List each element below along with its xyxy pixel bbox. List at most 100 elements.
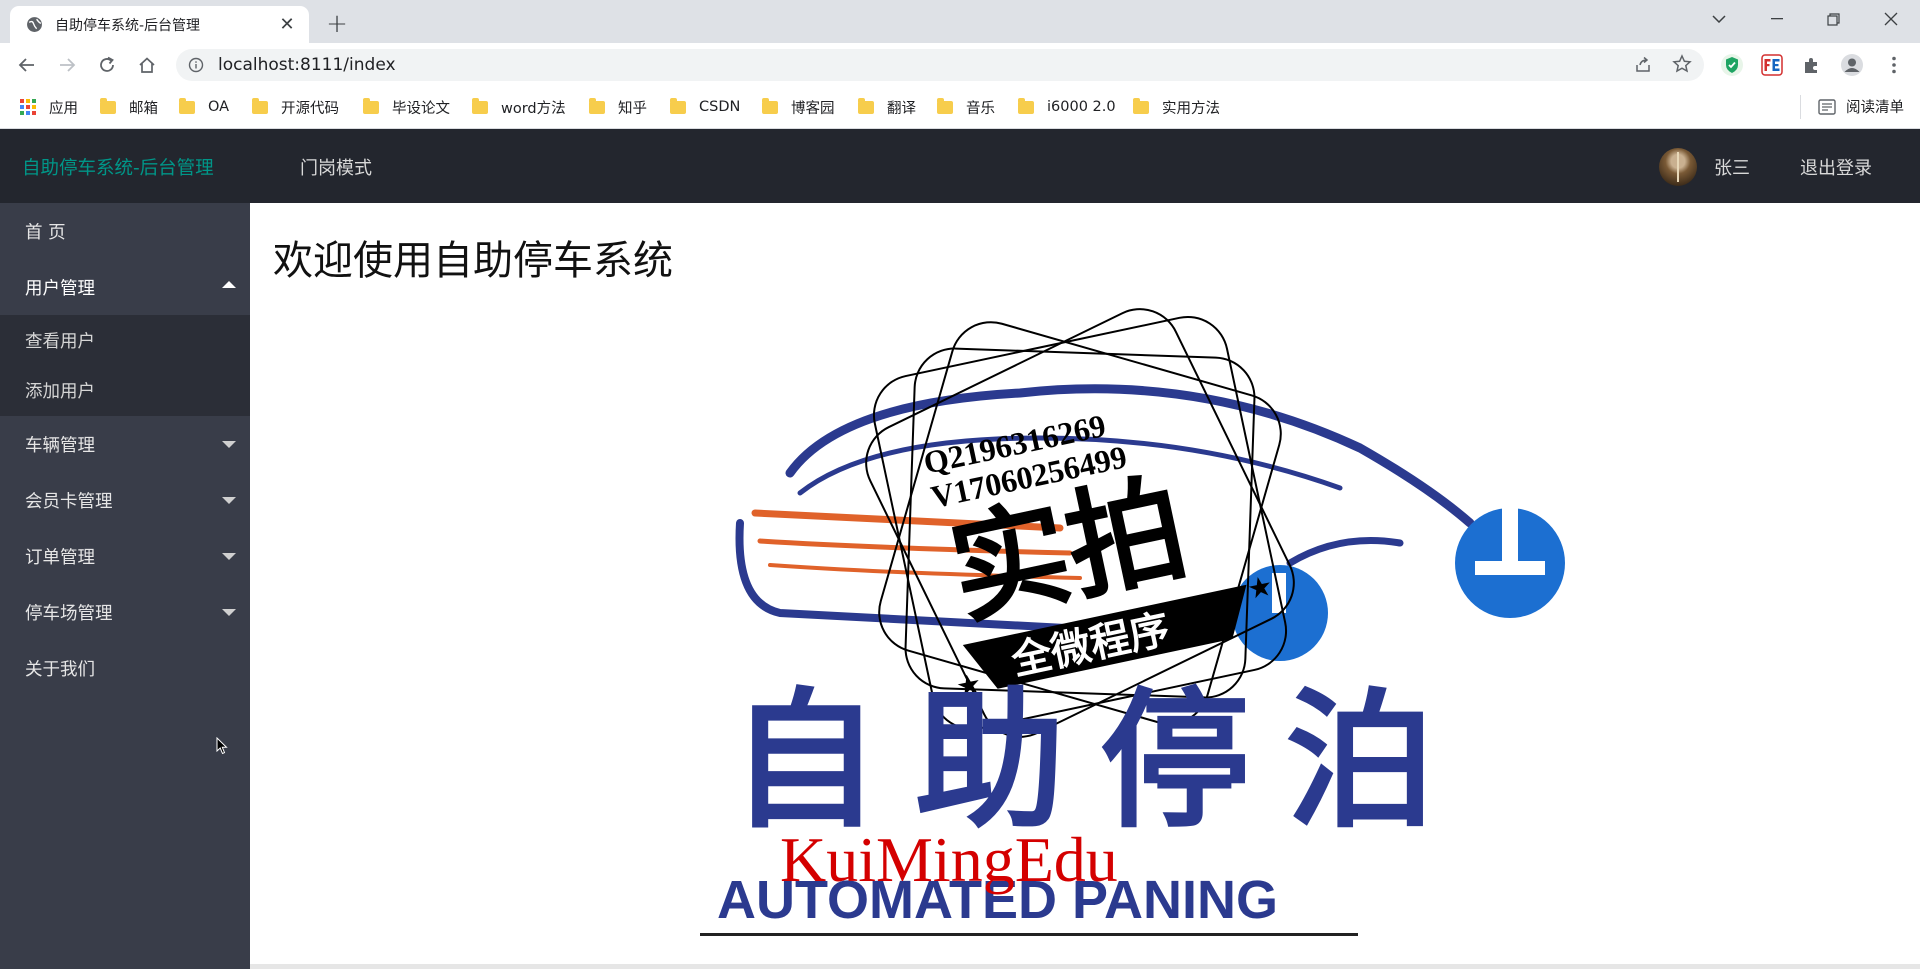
sidebar-item-about-us[interactable]: 关于我们 bbox=[0, 640, 250, 696]
sidebar-item-order-management[interactable]: 订单管理 bbox=[0, 528, 250, 584]
bookmark-label: 邮箱 bbox=[129, 100, 158, 117]
site-info-icon[interactable] bbox=[188, 57, 204, 73]
fe-extension-icon[interactable] bbox=[1758, 51, 1786, 79]
bookmarks-divider bbox=[1800, 95, 1801, 119]
folder-icon bbox=[363, 97, 379, 114]
bookmark-folder[interactable]: CSDN bbox=[670, 96, 740, 118]
bookmark-folder[interactable]: OA bbox=[179, 96, 229, 118]
user-management-submenu: 查看用户 添加用户 bbox=[0, 315, 250, 416]
user-avatar[interactable] bbox=[1659, 148, 1697, 186]
sidebar-item-label: 车辆管理 bbox=[25, 435, 95, 456]
bookmark-folder[interactable]: i6000 2.0 bbox=[1018, 96, 1116, 118]
bookmark-label: OA bbox=[208, 99, 230, 115]
share-icon[interactable] bbox=[1634, 56, 1652, 74]
sidebar-item-user-management[interactable]: 用户管理 bbox=[0, 259, 250, 315]
home-icon[interactable] bbox=[132, 50, 162, 80]
logout-link[interactable]: 退出登录 bbox=[1800, 154, 1872, 180]
sidebar-item-label: 用户管理 bbox=[25, 278, 95, 299]
sidebar-item-label: 首 页 bbox=[25, 222, 66, 243]
sidebar-item-vehicle-management[interactable]: 车辆管理 bbox=[0, 416, 250, 472]
app-header: 自助停车系统-后台管理 门岗模式 张三 退出登录 bbox=[0, 129, 1920, 203]
restore-icon[interactable] bbox=[1810, 0, 1856, 38]
parking-logo-image: Q2196316269 V17060256499 实拍 全微程序 ★ ★ 自助停… bbox=[700, 308, 1565, 936]
sidebar-item-home[interactable]: 首 页 bbox=[0, 203, 250, 259]
folder-icon bbox=[858, 97, 874, 114]
bookmark-label: CSDN bbox=[699, 99, 741, 115]
caret-down-icon bbox=[222, 441, 236, 448]
apps-grid-icon bbox=[20, 98, 37, 116]
username-label[interactable]: 张三 bbox=[1714, 154, 1750, 180]
folder-icon bbox=[1018, 97, 1034, 114]
reading-list-icon bbox=[1818, 98, 1836, 115]
tab-search-chevron-icon[interactable] bbox=[1696, 0, 1742, 38]
sidebar-item-label: 会员卡管理 bbox=[25, 491, 113, 512]
forward-arrow-icon[interactable] bbox=[52, 50, 82, 80]
folder-icon bbox=[179, 97, 195, 114]
folder-icon bbox=[589, 97, 605, 114]
sidebar-item-member-card-management[interactable]: 会员卡管理 bbox=[0, 472, 250, 528]
folder-icon bbox=[1133, 97, 1149, 114]
bookmark-label: word方法 bbox=[501, 100, 566, 117]
bookmark-folder[interactable]: 毕设论文 bbox=[363, 96, 450, 118]
folder-icon bbox=[762, 97, 778, 114]
main-content: 欢迎使用自助停车系统 Q2196316269 V17060256499 实拍 全… bbox=[250, 203, 1920, 969]
bookmark-label: i6000 2.0 bbox=[1047, 99, 1116, 115]
address-url[interactable]: localhost:8111/index bbox=[218, 55, 396, 75]
globe-icon bbox=[27, 17, 42, 32]
reload-icon[interactable] bbox=[92, 50, 122, 80]
gate-mode-link[interactable]: 门岗模式 bbox=[300, 154, 372, 180]
logo-circle-graphic bbox=[1232, 508, 1565, 661]
folder-icon bbox=[100, 97, 116, 114]
sidebar-subitem-add-user[interactable]: 添加用户 bbox=[0, 365, 250, 415]
sidebar-item-label: 关于我们 bbox=[25, 659, 95, 680]
bookmark-folder[interactable]: 博客园 bbox=[762, 96, 835, 118]
address-bar[interactable]: localhost:8111/index bbox=[176, 49, 1704, 81]
bookmark-label: 博客园 bbox=[791, 100, 835, 117]
sidebar-item-parking-lot-management[interactable]: 停车场管理 bbox=[0, 584, 250, 640]
content-bottom-border bbox=[250, 964, 1920, 969]
bookmark-label: 毕设论文 bbox=[392, 100, 450, 117]
page-title: 欢迎使用自助停车系统 bbox=[273, 238, 673, 284]
sidebar-subitem-view-users[interactable]: 查看用户 bbox=[0, 315, 250, 365]
bookmark-apps[interactable]: 应用 bbox=[20, 96, 78, 118]
bookmark-folder[interactable]: word方法 bbox=[472, 96, 566, 118]
puzzle-extensions-icon[interactable] bbox=[1798, 51, 1826, 79]
bookmark-folder[interactable]: 翻译 bbox=[858, 96, 916, 118]
bookmark-folder[interactable]: 音乐 bbox=[937, 96, 995, 118]
bookmark-label: 音乐 bbox=[966, 100, 995, 117]
sidebar-subitem-label: 添加用户 bbox=[25, 381, 95, 402]
logo-chinese-text: 自助停泊 bbox=[730, 675, 1470, 849]
folder-icon bbox=[937, 97, 953, 114]
caret-down-icon bbox=[222, 609, 236, 616]
sidebar-nav: 首 页 用户管理 查看用户 添加用户 车辆管理 会员卡管理 订单管理 停车场管理… bbox=[0, 203, 250, 969]
profile-avatar-icon[interactable] bbox=[1838, 51, 1866, 79]
bookmark-label: 知乎 bbox=[618, 100, 647, 117]
shield-extension-icon[interactable] bbox=[1718, 51, 1746, 79]
new-tab-icon[interactable]: + bbox=[322, 9, 352, 39]
close-window-icon[interactable] bbox=[1868, 0, 1914, 38]
sidebar-subitem-label: 查看用户 bbox=[25, 331, 95, 352]
reading-list-label: 阅读清单 bbox=[1846, 100, 1904, 116]
bookmark-folder[interactable]: 知乎 bbox=[589, 96, 647, 118]
reading-list-button[interactable]: 阅读清单 bbox=[1818, 96, 1904, 117]
sidebar-item-label: 订单管理 bbox=[25, 547, 95, 568]
browser-toolbar: localhost:8111/index bbox=[0, 43, 1920, 86]
bookmark-label: 应用 bbox=[49, 100, 78, 117]
kebab-menu-icon[interactable] bbox=[1880, 51, 1908, 79]
browser-tab-active[interactable]: 自助停车系统-后台管理 ✕ bbox=[10, 6, 309, 43]
tab-close-icon[interactable]: ✕ bbox=[275, 13, 299, 37]
watermark-text: KuiMingEdu bbox=[780, 824, 1118, 895]
bookmark-folder[interactable]: 邮箱 bbox=[100, 96, 158, 118]
caret-down-icon bbox=[222, 497, 236, 504]
tab-title: 自助停车系统-后台管理 bbox=[55, 17, 201, 34]
bookmark-folder[interactable]: 开源代码 bbox=[252, 96, 339, 118]
bookmarks-bar: 应用 邮箱 OA 开源代码 毕设论文 word方法 知乎 CSDN 博客园 翻译… bbox=[0, 86, 1920, 129]
back-arrow-icon[interactable] bbox=[12, 50, 42, 80]
app-brand[interactable]: 自助停车系统-后台管理 bbox=[22, 154, 214, 180]
bookmark-folder[interactable]: 实用方法 bbox=[1133, 96, 1220, 118]
bookmark-star-icon[interactable] bbox=[1672, 54, 1692, 74]
folder-icon bbox=[472, 97, 488, 114]
minimize-icon[interactable] bbox=[1754, 0, 1800, 38]
mouse-cursor-icon bbox=[216, 737, 228, 755]
bookmark-label: 实用方法 bbox=[1162, 100, 1220, 117]
